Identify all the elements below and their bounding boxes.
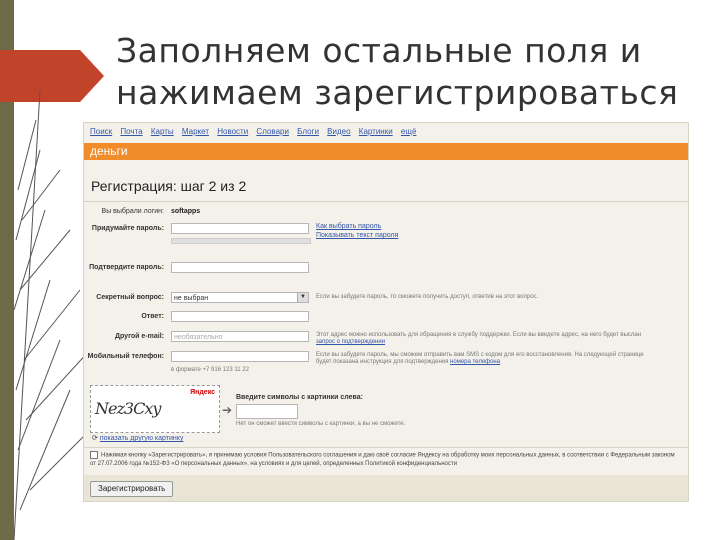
phone-input[interactable]	[171, 351, 309, 362]
screenshot-panel: Поиск Почта Карты Маркет Новости Словари…	[83, 122, 689, 502]
service-bar: деньги	[84, 143, 688, 160]
captcha-input[interactable]	[236, 404, 298, 419]
phone-hint-continuation: будет показана инструкция для подтвержде…	[316, 359, 449, 365]
register-button[interactable]: Зарегистрировать	[90, 481, 174, 497]
login-label: Вы выбрали логин:	[101, 208, 164, 215]
phone-format-hint: в формате +7 916 123 11 22	[171, 367, 249, 373]
email-input[interactable]: необязательно	[171, 331, 309, 342]
login-value: softapps	[171, 208, 201, 215]
answer-input[interactable]	[171, 311, 309, 322]
captcha-text: Nez3Cxy	[95, 399, 161, 418]
secret-question-label: Секретный вопрос:	[96, 294, 164, 301]
phone-confirm-link[interactable]: номера телефона	[450, 359, 500, 365]
nav-item-more[interactable]: ещё	[401, 127, 416, 136]
nav-item-blogs[interactable]: Блоги	[297, 127, 319, 136]
slide-title-line1: Заполняем остальные поля и	[116, 31, 642, 70]
agreement-checkbox[interactable]	[90, 451, 98, 459]
chevron-down-icon[interactable]: ▼	[297, 293, 308, 302]
nav-item-images[interactable]: Картинки	[359, 127, 393, 136]
phone-hint: Если вы забудете пароль, мы сможем отпра…	[316, 352, 644, 358]
show-password-text-link[interactable]: Показывать текст пароля	[316, 232, 398, 239]
divider	[84, 201, 688, 202]
refresh-icon: ⟳	[92, 435, 98, 442]
captcha-hint: Нет он сможет ввести символы с картинки,…	[236, 421, 406, 427]
refresh-captcha-link[interactable]: показать другую картинку	[100, 435, 184, 442]
slide-title-line2: нажимаем зарегистрироваться	[116, 73, 679, 112]
nav-item-news[interactable]: Новости	[217, 127, 248, 136]
email-hint: Этот адрес можно использовать для обраще…	[316, 332, 642, 338]
nav-item-market[interactable]: Маркет	[182, 127, 209, 136]
captcha-brand: Яндекс	[190, 389, 215, 396]
yandex-nav: Поиск Почта Карты Маркет Новости Словари…	[90, 127, 422, 136]
secret-question-hint: Если вы забудете пароль, то сможете полу…	[316, 294, 539, 300]
secret-question-select[interactable]: не выбран ▼	[171, 292, 309, 303]
secret-question-value: не выбран	[174, 295, 209, 302]
nav-item-video[interactable]: Видео	[327, 127, 350, 136]
captcha-label: Введите символы с картинки слева:	[236, 394, 363, 401]
nav-item-maps[interactable]: Карты	[151, 127, 174, 136]
confirm-password-label: Подтвердите пароль:	[89, 264, 164, 271]
phone-label: Мобильный телефон:	[87, 353, 164, 360]
slide-title: Заполняем остальные поля и нажимаем заре…	[116, 30, 678, 114]
nav-item-search[interactable]: Поиск	[90, 127, 112, 136]
nav-item-mail[interactable]: Почта	[120, 127, 142, 136]
nav-item-dictionaries[interactable]: Словари	[256, 127, 289, 136]
password-input[interactable]	[171, 223, 309, 234]
service-bar-label: деньги	[90, 144, 128, 158]
footer-band	[84, 475, 688, 501]
captcha-image: Яндекс Nez3Cxy	[90, 385, 220, 433]
page-heading: Регистрация: шаг 2 из 2	[91, 178, 247, 194]
how-to-choose-password-link[interactable]: Как выбрать пароль	[316, 223, 381, 230]
divider	[84, 447, 688, 448]
agreement-text: Нажимая кнопку «Зарегистрировать», я при…	[90, 452, 675, 467]
confirm-password-input[interactable]	[171, 262, 309, 273]
password-strength-bar	[171, 238, 311, 244]
answer-label: Ответ:	[141, 313, 164, 320]
email-confirmation-link[interactable]: запрос о подтверждении	[316, 339, 385, 345]
arrow-right-icon: ➔	[222, 403, 233, 417]
password-label: Придумайте пароль:	[91, 225, 164, 232]
email-label: Другой e-mail:	[115, 333, 164, 340]
agreement: Нажимая кнопку «Зарегистрировать», я при…	[90, 451, 680, 468]
refresh-captcha[interactable]: ⟳ показать другую картинку	[92, 434, 183, 442]
